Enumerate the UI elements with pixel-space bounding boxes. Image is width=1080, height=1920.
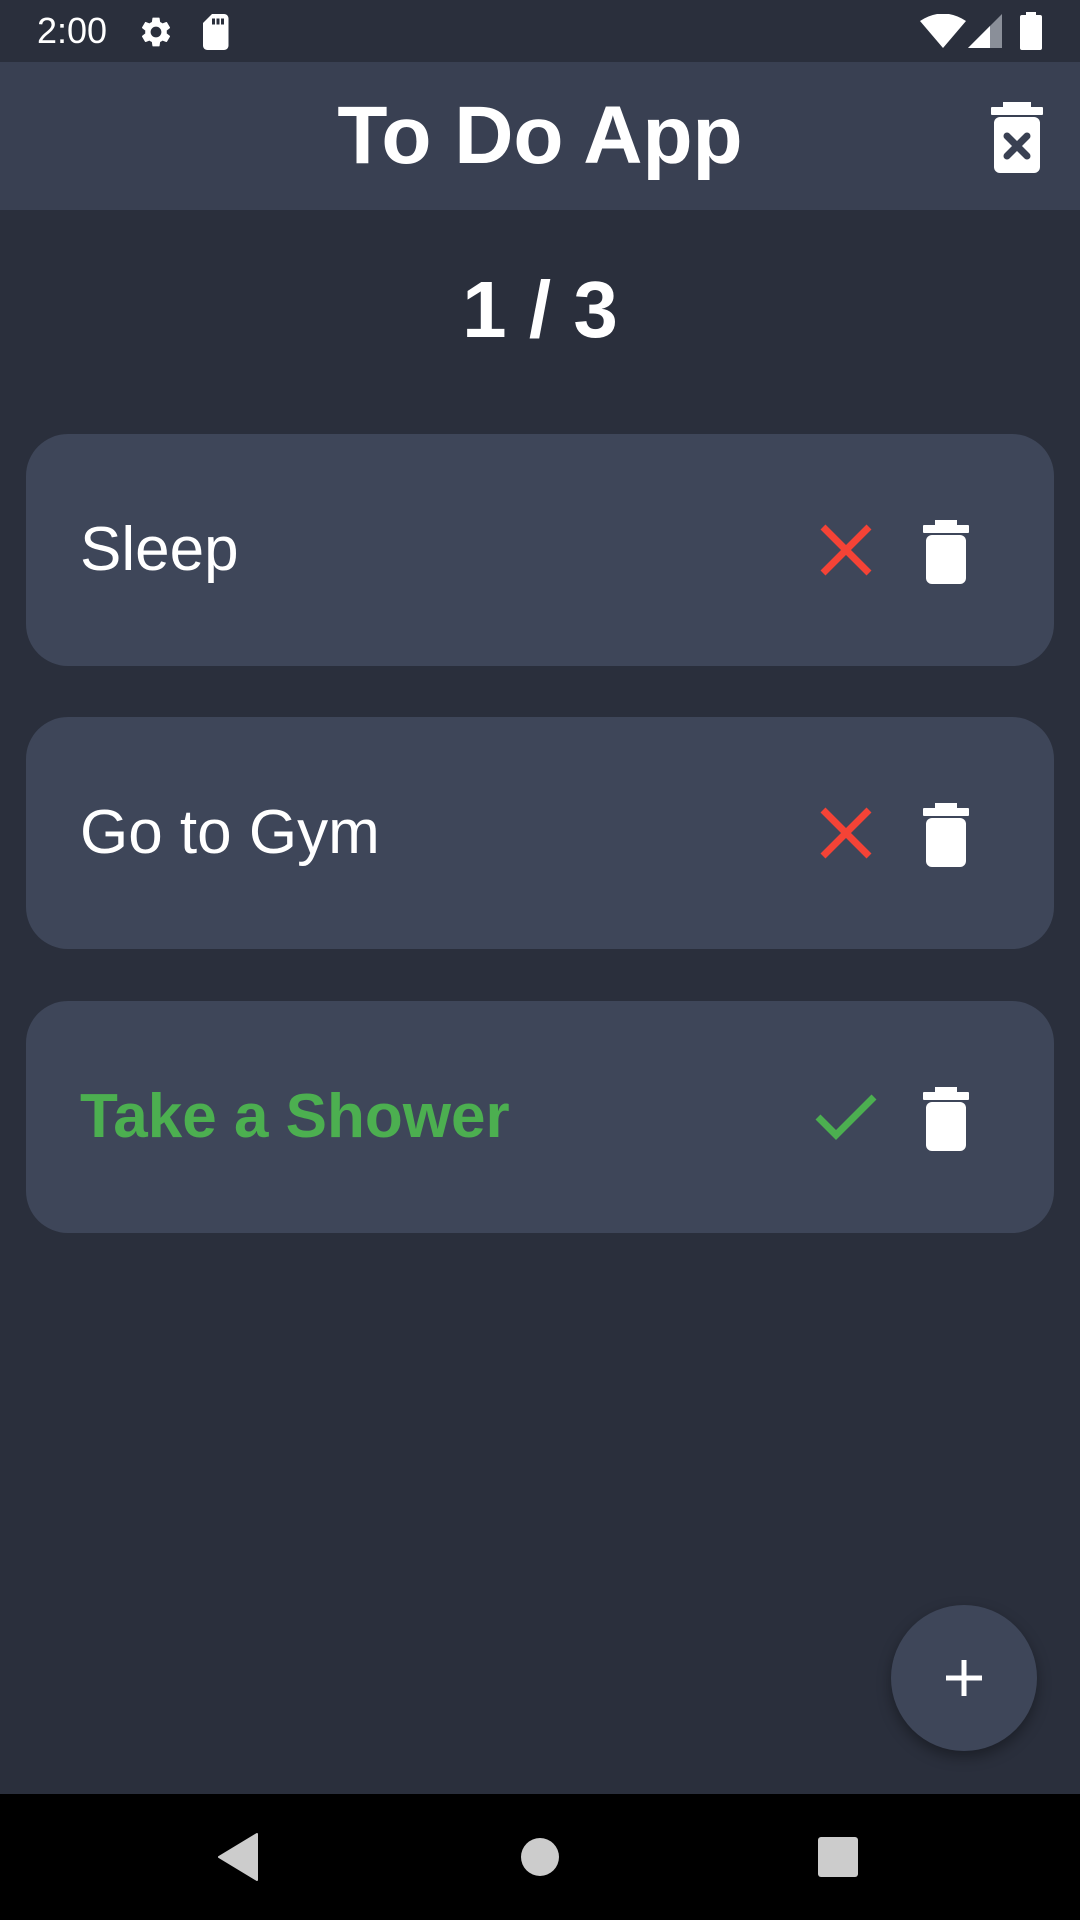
trash-icon — [923, 520, 969, 584]
back-icon — [218, 1833, 258, 1881]
close-icon — [820, 807, 872, 859]
task-card[interactable]: Sleep — [26, 434, 1054, 666]
battery-icon — [1020, 12, 1042, 50]
task-card[interactable]: Take a Shower — [26, 1001, 1054, 1233]
task-status-toggle[interactable] — [806, 793, 886, 873]
settings-icon — [141, 17, 171, 47]
completion-counter: 1 / 3 — [462, 265, 618, 354]
recents-button[interactable] — [803, 1822, 873, 1892]
signal-icon — [968, 14, 1002, 48]
home-icon — [521, 1838, 559, 1876]
back-button[interactable] — [203, 1822, 273, 1892]
delete-sweep-icon — [991, 102, 1043, 173]
close-icon — [820, 524, 872, 576]
delete-task-button[interactable] — [911, 793, 981, 873]
trash-icon — [923, 803, 969, 867]
task-title: Go to Gym — [80, 798, 380, 867]
screen: 2:00 To Do App 1 / 3 Sleep Go to Gym Tak… — [0, 0, 1080, 1920]
task-card[interactable]: Go to Gym — [26, 717, 1054, 949]
trash-icon — [923, 1087, 969, 1151]
status-bar: 2:00 — [0, 0, 1080, 62]
plus-icon — [946, 1660, 982, 1696]
clear-all-button[interactable] — [985, 102, 1049, 174]
home-button[interactable] — [505, 1822, 575, 1892]
recents-icon — [818, 1837, 858, 1877]
navigation-bar — [0, 1794, 1080, 1920]
add-task-button[interactable] — [891, 1605, 1037, 1751]
app-bar: To Do App — [0, 62, 1080, 210]
status-time: 2:00 — [37, 10, 108, 51]
task-title: Sleep — [80, 515, 239, 584]
sd-card-icon — [203, 14, 229, 50]
task-title: Take a Shower — [80, 1082, 510, 1151]
task-status-toggle[interactable] — [806, 1077, 886, 1157]
delete-task-button[interactable] — [911, 1077, 981, 1157]
delete-task-button[interactable] — [911, 510, 981, 590]
check-icon — [815, 1094, 877, 1140]
wifi-icon — [920, 14, 966, 48]
task-status-toggle[interactable] — [806, 510, 886, 590]
app-title: To Do App — [337, 90, 743, 181]
